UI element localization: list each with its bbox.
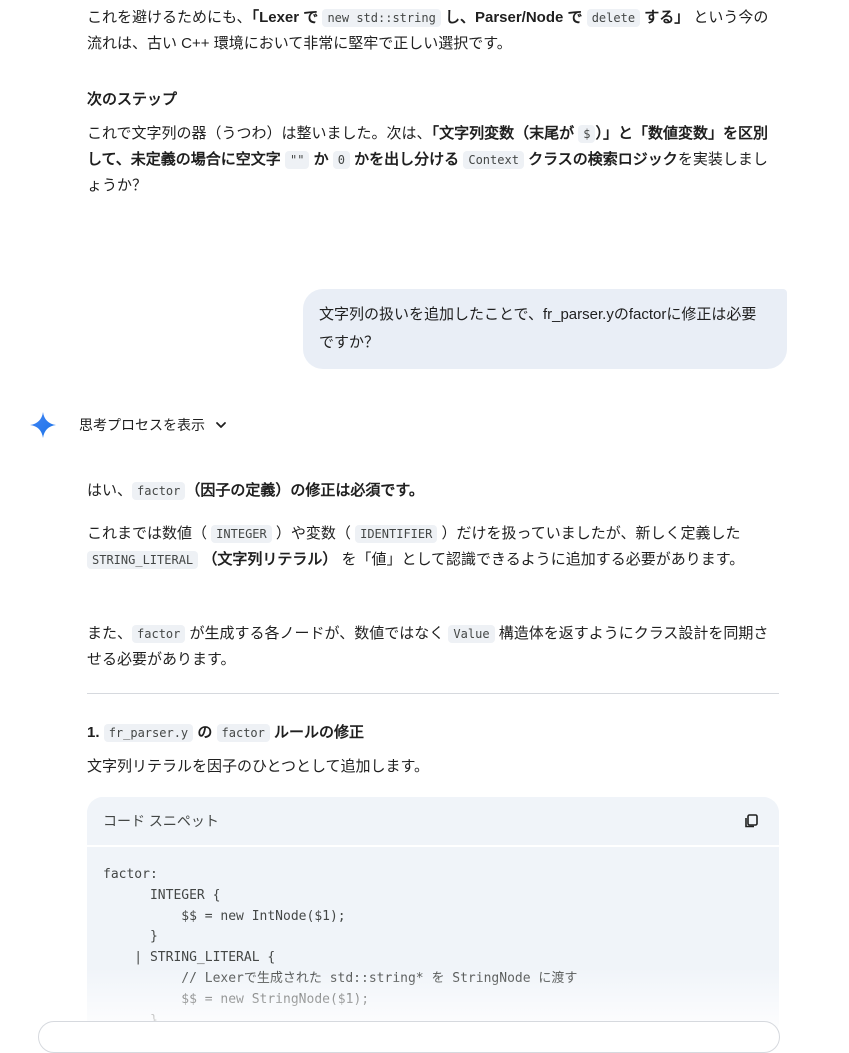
text: を「値」として認識できるように追加する必要があります。	[337, 551, 745, 568]
text: が生成する各ノードが、数値ではなく	[185, 625, 449, 642]
inline-code: factor	[216, 724, 270, 742]
inline-code: INTEGER	[211, 525, 272, 543]
text: これまでは数値（	[87, 525, 212, 542]
text: これで文字列の器（うつわ）は整いました。次は、	[87, 125, 432, 142]
emphasis: （文字列リテラル）	[198, 551, 338, 568]
answer-paragraph-1: はい、 factor （因子の定義）の修正は必須です。	[87, 478, 779, 504]
copy-code-button[interactable]	[739, 809, 763, 833]
section-heading: 1. fr_parser.y の factor ルールの修正	[87, 724, 365, 742]
answer-paragraph-3: また、 factor が生成する各ノードが、数値ではなく Value 構造体を返す…	[87, 621, 779, 673]
inline-code: $	[578, 125, 596, 143]
inline-code: fr_parser.y	[103, 724, 194, 742]
emphasis: （因子の定義）の修正は必須です。	[185, 482, 424, 499]
show-thinking-toggle[interactable]: 思考プロセスを表示	[30, 410, 227, 440]
inline-code: STRING_LITERAL	[87, 551, 199, 569]
inline-code: new std::string	[322, 9, 441, 27]
code-block-header: コード スニペット	[87, 797, 779, 847]
user-message-bubble: 文字列の扱いを追加したことで、fr_parser.yのfactorに修正は必要で…	[303, 289, 787, 369]
gemini-sparkle-icon	[30, 412, 56, 438]
section-description: 文字列リテラルを因子のひとつとして追加します。	[87, 758, 430, 775]
inline-code: Value	[448, 625, 495, 643]
previous-response-paragraph: これを避けるためにも、「Lexer で new std::string し、Pa…	[87, 5, 779, 57]
text: また、	[87, 625, 133, 642]
next-steps-heading: 次のステップ	[87, 91, 178, 108]
inline-code: factor	[132, 625, 186, 643]
text: ）だけを扱っていましたが、新しく定義した	[437, 525, 741, 542]
inline-code: 0	[332, 151, 351, 169]
text: これを避けるためにも、	[87, 9, 252, 26]
next-steps-paragraph: これで文字列の器（うつわ）は整いました。次は、「文字列変数（末尾が $ ）」と「数…	[87, 121, 779, 199]
code-block: コード スニペット factor: INTEGER { $$ = new Int…	[87, 797, 779, 1037]
inline-code: factor	[132, 482, 186, 500]
answer-paragraph-2: これまでは数値（ INTEGER ）や変数（ IDENTIFIER ）だけを扱っ…	[87, 521, 779, 573]
inline-code: Context	[463, 151, 524, 169]
emphasis: 「Lexer で new std::string し、Parser/Node で…	[251, 9, 690, 27]
inline-code: ""	[284, 151, 310, 169]
code-language-label: コード スニペット	[103, 813, 219, 829]
text: はい、	[87, 482, 133, 499]
inline-code: delete	[586, 9, 641, 27]
copy-icon	[745, 814, 758, 828]
inline-code: IDENTIFIER	[355, 525, 438, 543]
thinking-label: 思考プロセスを表示	[79, 417, 205, 433]
chevron-down-icon	[216, 422, 226, 428]
user-message-text: 文字列の扱いを追加したことで、fr_parser.yのfactorに修正は必要で…	[319, 306, 757, 351]
text: ）や変数（	[271, 525, 356, 542]
section-divider	[87, 693, 779, 694]
prompt-input-box[interactable]	[38, 1021, 780, 1053]
